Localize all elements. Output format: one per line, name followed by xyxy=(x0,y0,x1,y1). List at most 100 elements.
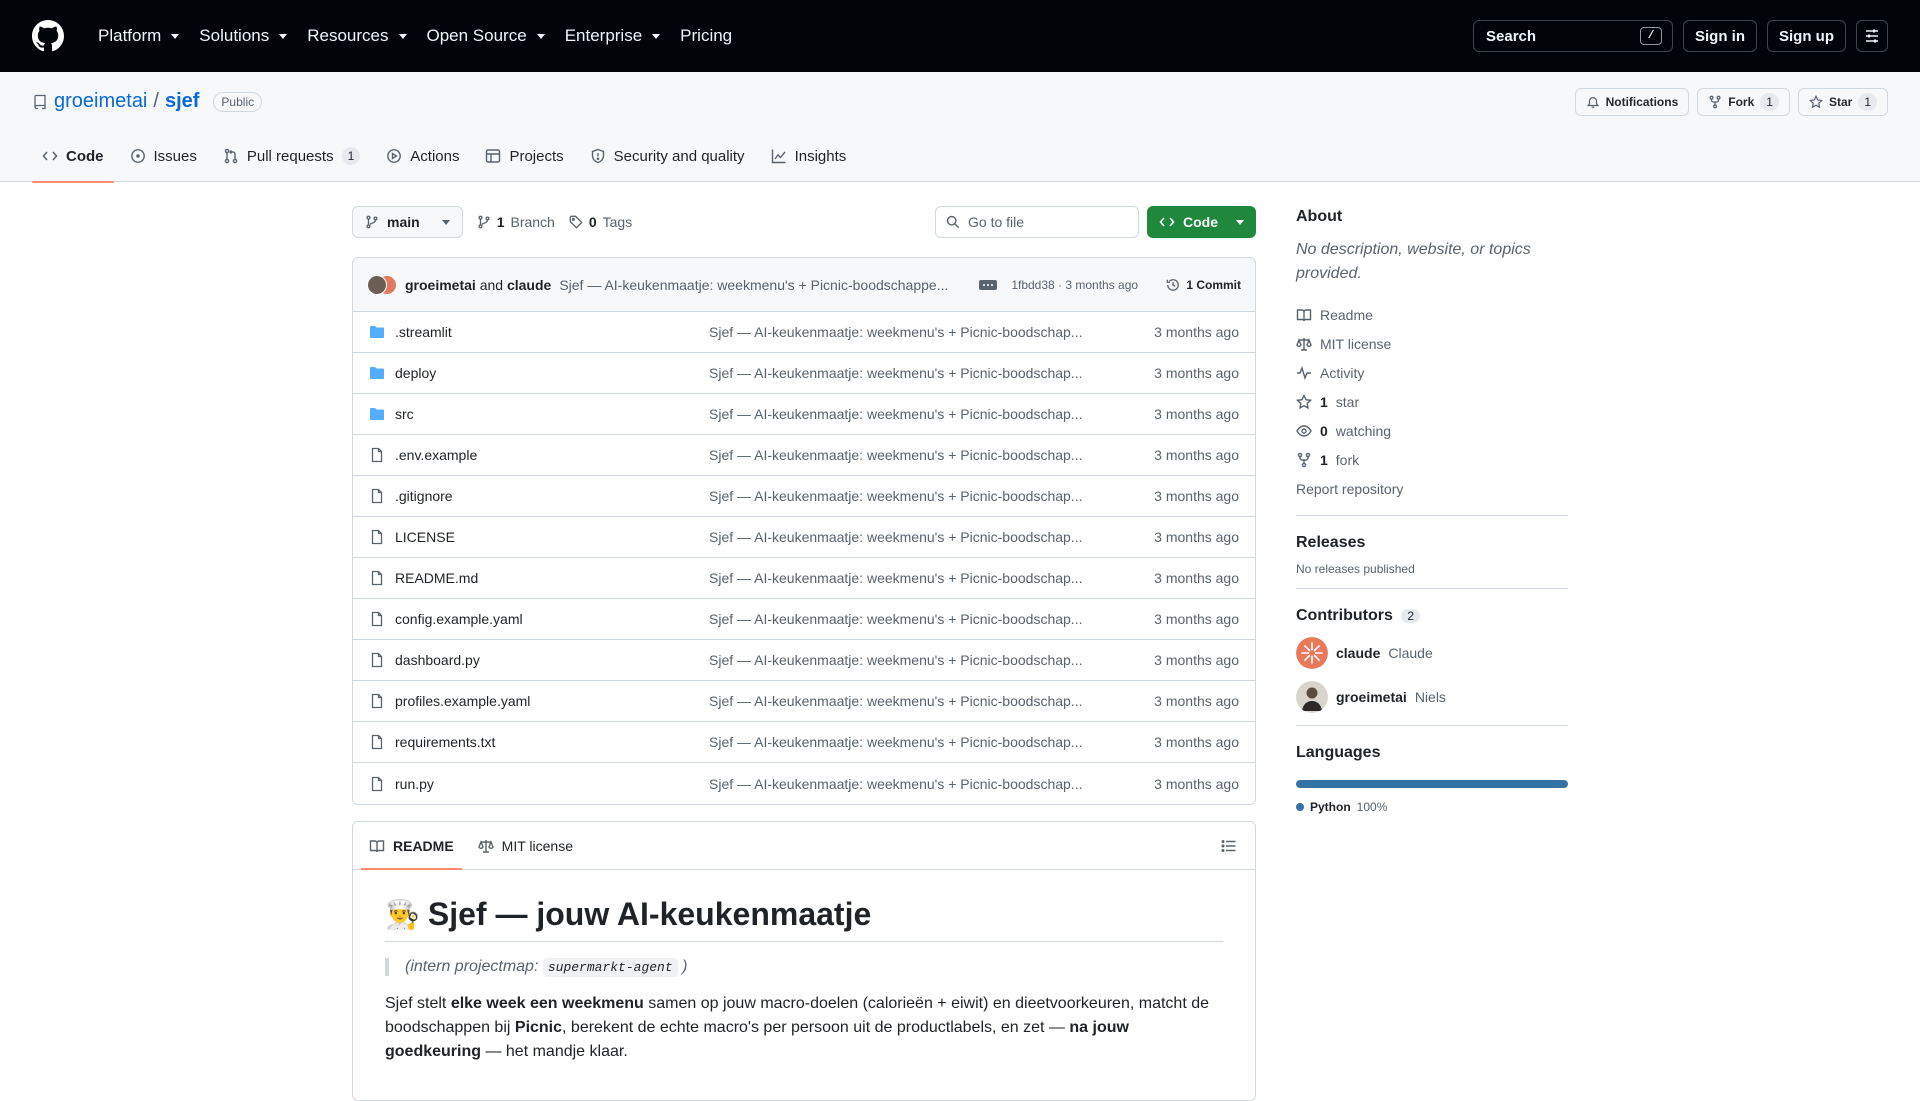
readme-tabs: README MIT license xyxy=(353,822,1255,870)
file-name-link[interactable]: deploy xyxy=(369,365,709,381)
caret-down-icon xyxy=(652,33,661,39)
file-name-link[interactable]: profiles.example.yaml xyxy=(369,693,709,709)
file-commit-message[interactable]: Sjef — AI-keukenmaatje: weekmenu's + Pic… xyxy=(709,488,1111,504)
file-commit-message[interactable]: Sjef — AI-keukenmaatje: weekmenu's + Pic… xyxy=(709,529,1111,545)
file-name-link[interactable]: .env.example xyxy=(369,447,709,463)
file-row: profiles.example.yaml Sjef — AI-keukenmaa… xyxy=(353,681,1255,722)
expand-commit-icon[interactable] xyxy=(979,279,998,290)
contributor-groeimetai[interactable]: groeimetai Niels xyxy=(1296,681,1568,713)
tab-issues[interactable]: Issues xyxy=(120,130,207,182)
tab-code[interactable]: Code xyxy=(32,130,114,183)
contributors-heading[interactable]: Contributors 2 xyxy=(1296,607,1568,625)
fork-button[interactable]: Fork 1 xyxy=(1697,88,1790,116)
file-commit-message[interactable]: Sjef — AI-keukenmaatje: weekmenu's + Pic… xyxy=(709,406,1111,422)
tab-pull-requests[interactable]: Pull requests 1 xyxy=(213,130,370,182)
sign-up-button[interactable]: Sign up xyxy=(1767,20,1846,52)
avatar-groeimetai xyxy=(367,274,387,295)
tab-readme[interactable]: README xyxy=(361,822,462,870)
github-logo-icon[interactable] xyxy=(32,20,64,52)
license-link[interactable]: MIT license xyxy=(1296,329,1568,358)
report-repository-link[interactable]: Report repository xyxy=(1296,474,1568,503)
search-button[interactable]: Search / xyxy=(1473,20,1673,52)
readme-blockquote: (intern projectmap: supermarkt-agent ) xyxy=(385,958,1223,977)
divider xyxy=(1296,515,1568,516)
forks-link[interactable]: 1 fork xyxy=(1296,445,1568,474)
tab-projects[interactable]: Projects xyxy=(475,130,573,182)
file-commit-age: 3 months ago xyxy=(1154,734,1239,750)
nav-platform[interactable]: Platform xyxy=(88,16,189,56)
notifications-button[interactable]: Notifications xyxy=(1574,88,1690,116)
file-name-link[interactable]: requirements.txt xyxy=(369,734,709,750)
go-to-file-input[interactable]: Go to file xyxy=(935,206,1139,238)
main-column: main 1 Branch 0 Tags Go to file Code gro… xyxy=(352,205,1256,1101)
appearance-settings-button[interactable] xyxy=(1856,20,1888,52)
bell-icon xyxy=(1586,97,1599,108)
file-commit-age: 3 months ago xyxy=(1154,406,1239,422)
commits-history-link[interactable]: 1 Commit xyxy=(1166,278,1241,292)
avatar xyxy=(1296,681,1328,713)
commit-message[interactable]: Sjef — AI-keukenmaatje: weekmenu's + Pic… xyxy=(559,277,963,293)
shield-icon xyxy=(591,148,604,164)
file-name-link[interactable]: src xyxy=(369,406,709,422)
folder-icon xyxy=(370,367,384,379)
about-description: No description, website, or topics provi… xyxy=(1296,241,1531,282)
caret-down-icon xyxy=(441,219,450,225)
nav-resources[interactable]: Resources xyxy=(297,16,416,56)
file-name-link[interactable]: config.example.yaml xyxy=(369,611,709,627)
caret-down-icon xyxy=(536,33,545,39)
file-name-link[interactable]: dashboard.py xyxy=(369,652,709,668)
commit-author-1[interactable]: groeimetai xyxy=(405,277,476,293)
pulse-icon xyxy=(1297,365,1311,380)
caret-down-icon xyxy=(1236,219,1244,225)
branch-selector[interactable]: main xyxy=(352,206,463,238)
tab-actions[interactable]: Actions xyxy=(376,130,469,182)
file-commit-message[interactable]: Sjef — AI-keukenmaatje: weekmenu's + Pic… xyxy=(709,611,1111,627)
nav-open-source[interactable]: Open Source xyxy=(417,16,555,56)
file-name-link[interactable]: .gitignore xyxy=(369,488,709,504)
readme-link[interactable]: Readme xyxy=(1296,300,1568,329)
language-item-python[interactable]: Python 100% xyxy=(1296,800,1568,814)
tags-link[interactable]: 0 Tags xyxy=(569,214,632,230)
divider xyxy=(1296,725,1568,726)
nav-enterprise[interactable]: Enterprise xyxy=(555,16,670,56)
file-commit-message[interactable]: Sjef — AI-keukenmaatje: weekmenu's + Pic… xyxy=(709,447,1111,463)
file-commit-message[interactable]: Sjef — AI-keukenmaatje: weekmenu's + Pic… xyxy=(709,365,1111,381)
commit-meta[interactable]: 1fbdd38 · 3 months ago xyxy=(1011,278,1138,292)
file-name-link[interactable]: .streamlit xyxy=(369,324,709,340)
star-button[interactable]: Star 1 xyxy=(1797,88,1888,116)
releases-heading[interactable]: Releases xyxy=(1296,534,1568,552)
repo-name-link[interactable]: sjef xyxy=(165,90,199,113)
repo-owner-link[interactable]: groeimetai xyxy=(54,90,147,113)
tab-insights[interactable]: Insights xyxy=(761,130,857,182)
stars-link[interactable]: 1 star xyxy=(1296,387,1568,416)
nav-solutions[interactable]: Solutions xyxy=(189,16,297,56)
outline-button[interactable] xyxy=(1211,822,1247,869)
file-name-link[interactable]: LICENSE xyxy=(369,529,709,545)
contributor-claude[interactable]: claude Claude xyxy=(1296,637,1568,669)
path-separator: / xyxy=(153,90,159,112)
file-commit-message[interactable]: Sjef — AI-keukenmaatje: weekmenu's + Pic… xyxy=(709,652,1111,668)
nav-pricing[interactable]: Pricing xyxy=(670,16,742,56)
branches-link[interactable]: 1 Branch xyxy=(477,214,555,230)
repo-sidebar: About No description, website, or topics… xyxy=(1296,208,1568,814)
file-commit-message[interactable]: Sjef — AI-keukenmaatje: weekmenu's + Pic… xyxy=(709,776,1111,792)
file-commit-age: 3 months ago xyxy=(1154,324,1239,340)
sign-in-button[interactable]: Sign in xyxy=(1683,20,1757,52)
file-name-link[interactable]: README.md xyxy=(369,570,709,586)
file-commit-message[interactable]: Sjef — AI-keukenmaatje: weekmenu's + Pic… xyxy=(709,324,1111,340)
divider xyxy=(1296,588,1568,589)
activity-link[interactable]: Activity xyxy=(1296,358,1568,387)
star-icon xyxy=(1808,95,1823,109)
file-name-link[interactable]: run.py xyxy=(369,776,709,792)
commit-avatars[interactable] xyxy=(367,274,397,295)
file-commit-message[interactable]: Sjef — AI-keukenmaatje: weekmenu's + Pic… xyxy=(709,734,1111,750)
file-commit-message[interactable]: Sjef — AI-keukenmaatje: weekmenu's + Pic… xyxy=(709,570,1111,586)
tab-security[interactable]: Security and quality xyxy=(580,130,755,182)
commit-author-2[interactable]: claude xyxy=(507,277,551,293)
code-dropdown-button[interactable]: Code xyxy=(1147,206,1256,238)
tab-license[interactable]: MIT license xyxy=(470,822,581,869)
watchers-link[interactable]: 0 watching xyxy=(1296,416,1568,445)
caret-down-icon xyxy=(398,33,407,39)
header-actions: Search / Sign in Sign up xyxy=(1473,20,1888,52)
file-commit-message[interactable]: Sjef — AI-keukenmaatje: weekmenu's + Pic… xyxy=(709,693,1111,709)
